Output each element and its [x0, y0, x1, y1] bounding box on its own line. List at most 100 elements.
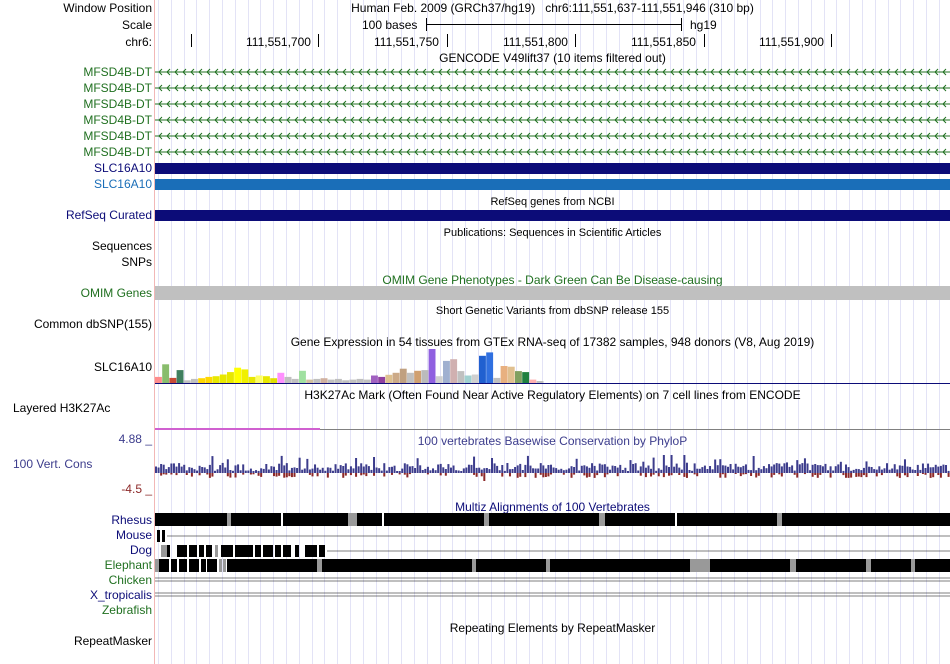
conservation-positive-bar [844, 464, 847, 473]
gene-label-mfsd4b-dt-1[interactable]: MFSD4B-DT [83, 65, 152, 79]
conservation-positive-bar [660, 469, 663, 473]
gene-label-mfsd4b-dt-3[interactable]: MFSD4B-DT [83, 97, 152, 111]
gene-label-slc16a10-2[interactable]: SLC16A10 [94, 177, 152, 191]
omim-gene-bar[interactable] [155, 286, 950, 300]
conservation-positive-bar [339, 465, 342, 473]
gtex-expression-bars[interactable] [155, 348, 950, 384]
conservation-positive-bar [383, 463, 386, 473]
track-area[interactable]: Human Feb. 2009 (GRCh37/hg19) chr6:111,5… [155, 0, 950, 664]
gene-model-mfsd4b-dt-5[interactable] [155, 130, 950, 142]
publications-snps-label[interactable]: SNPs [121, 255, 152, 269]
gene-model-mfsd4b-dt-6[interactable] [155, 146, 950, 158]
h3k27ac-track-title[interactable]: H3K27Ac Mark (Often Found Near Active Re… [155, 388, 950, 402]
conservation-positive-bar [524, 464, 527, 473]
gtex-tissue-bar [335, 378, 342, 383]
refseq-gene-model[interactable] [155, 210, 950, 221]
conservation-positive-bar [886, 463, 889, 473]
refseq-track-title[interactable]: RefSeq genes from NCBI [155, 195, 950, 209]
dog-alignment-block [275, 545, 281, 557]
gene-label-slc16a10-1[interactable]: SLC16A10 [94, 161, 152, 175]
conservation-positive-bar [349, 466, 352, 473]
multiz-species-dog[interactable]: Dog [130, 543, 152, 557]
gtex-tissue-bar [378, 376, 386, 383]
conservation-positive-bar [211, 456, 214, 473]
conservation-positive-bar [862, 467, 865, 473]
gene-label-mfsd4b-dt-5[interactable]: MFSD4B-DT [83, 129, 152, 143]
publications-sequences-label[interactable]: Sequences [92, 239, 152, 253]
conservation-positive-bar [937, 466, 940, 473]
elephant-alignment-block [207, 559, 217, 572]
conservation-negative-bar [744, 473, 747, 475]
gene-model-mfsd4b-dt-3[interactable] [155, 98, 950, 110]
conservation-positive-bar [639, 466, 642, 473]
dbsnp-track-title[interactable]: Short Genetic Variants from dbSNP releas… [155, 304, 950, 318]
conservation-positive-bar [190, 467, 193, 473]
conservation-positive-bar [680, 469, 683, 473]
dog-alignment-block [189, 545, 197, 557]
conservation-positive-bar [855, 468, 858, 473]
conservation-positive-bar [847, 467, 850, 473]
conservation-positive-bar [724, 465, 727, 473]
conservation-positive-bar [583, 465, 586, 473]
gencode-track-title[interactable]: GENCODE V49lift37 (10 items filtered out… [155, 51, 950, 65]
gene-model-mfsd4b-dt-4[interactable] [155, 114, 950, 126]
multiz-species-elephant[interactable]: Elephant [105, 558, 152, 572]
conservation-positive-bar [747, 469, 750, 473]
gene-model-mfsd4b-dt-1[interactable] [155, 66, 950, 78]
common-dbsnp-label[interactable]: Common dbSNP(155) [34, 317, 152, 331]
conservation-positive-bar [878, 466, 881, 473]
conservation-positive-bar [921, 463, 924, 473]
conservation-positive-bar [411, 466, 414, 473]
conservation-positive-bar [416, 458, 419, 473]
repeatmasker-track-title[interactable]: Repeating Elements by RepeatMasker [155, 621, 950, 635]
omim-track-title[interactable]: OMIM Gene Phenotypes - Dark Green Can Be… [155, 273, 950, 287]
h3k27ac-signal-baseline[interactable] [320, 429, 950, 430]
conservation-negative-bar [519, 473, 522, 477]
conservation-positive-bar [414, 468, 417, 473]
gtex-tissue-bar [529, 379, 537, 383]
gene-label-mfsd4b-dt-6[interactable]: MFSD4B-DT [83, 145, 152, 159]
conservation-negative-bar [534, 473, 537, 478]
h3k27ac-signal-magenta[interactable] [155, 428, 320, 430]
gtex-tissue-bar [479, 355, 486, 383]
conservation-track-label[interactable]: 100 Vert. Cons [13, 457, 92, 471]
multiz-species-x-tropicalis[interactable]: X_tropicalis [90, 588, 152, 602]
repeatmasker-label[interactable]: RepeatMasker [74, 634, 152, 648]
multiz-alignment-blocks[interactable] [155, 512, 950, 612]
conservation-positive-bar [237, 464, 240, 473]
conservation-negative-bar [480, 473, 483, 477]
conservation-positive-bar [927, 463, 930, 473]
gtex-tissue-bar [392, 372, 400, 383]
conservation-positive-bar [798, 464, 801, 473]
multiz-species-zebrafish[interactable]: Zebrafish [102, 603, 152, 617]
conservation-wiggle[interactable] [155, 446, 950, 496]
genome-browser-image[interactable]: Window Position Scale chr6: MFSD4B-DT MF… [0, 0, 950, 664]
conservation-positive-bar [498, 470, 501, 473]
gene-label-mfsd4b-dt-2[interactable]: MFSD4B-DT [83, 81, 152, 95]
conservation-positive-bar [485, 468, 488, 473]
publications-track-title[interactable]: Publications: Sequences in Scientific Ar… [155, 226, 950, 240]
refseq-curated-label[interactable]: RefSeq Curated [66, 208, 152, 222]
conservation-positive-bar [752, 456, 755, 473]
conservation-positive-bar [157, 467, 160, 473]
gtex-track-title[interactable]: Gene Expression in 54 tissues from GTEx … [155, 335, 950, 349]
chrom-label: chr6: [125, 35, 152, 49]
omim-genes-label[interactable]: OMIM Genes [81, 286, 152, 300]
gene-model-slc16a10-1[interactable] [155, 163, 950, 174]
gene-model-slc16a10-2[interactable] [155, 179, 950, 190]
multiz-species-rhesus[interactable]: Rhesus [111, 513, 152, 527]
conservation-positive-bar [562, 470, 565, 473]
dog-alignment-block [235, 545, 253, 557]
gene-model-mfsd4b-dt-2[interactable] [155, 82, 950, 94]
multiz-species-chicken[interactable]: Chicken [109, 573, 152, 587]
conservation-positive-bar [688, 470, 691, 473]
conservation-negative-bar [406, 473, 409, 478]
conservation-positive-bar [452, 465, 455, 473]
gene-label-mfsd4b-dt-4[interactable]: MFSD4B-DT [83, 113, 152, 127]
gtex-gene-label[interactable]: SLC16A10 [94, 360, 152, 374]
multiz-species-mouse[interactable]: Mouse [116, 528, 152, 542]
conservation-negative-bar [842, 473, 845, 476]
layered-h3k27ac-label[interactable]: Layered H3K27Ac [13, 401, 110, 415]
conservation-positive-bar [360, 463, 363, 473]
gtex-tissue-bar [327, 379, 335, 383]
